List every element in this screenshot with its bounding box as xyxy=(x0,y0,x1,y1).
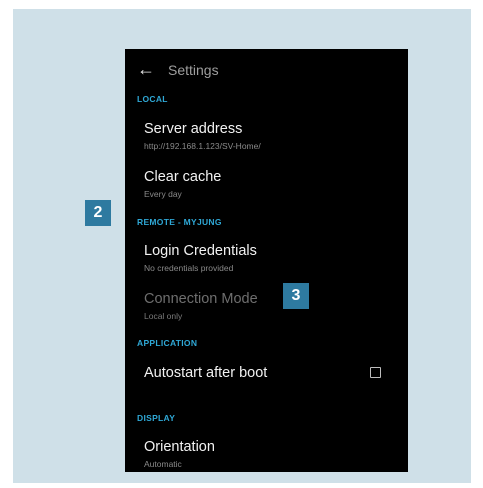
setting-login-credentials[interactable]: Login Credentials No credentials provide… xyxy=(125,243,408,279)
section-header-application: APPLICATION xyxy=(137,338,198,348)
section-header-display: DISPLAY xyxy=(137,413,176,423)
setting-autostart[interactable]: Autostart after boot xyxy=(125,365,408,389)
setting-title: Server address xyxy=(144,121,243,137)
section-header-local: LOCAL xyxy=(137,94,168,104)
setting-title: Autostart after boot xyxy=(144,365,268,381)
setting-summary: No credentials provided xyxy=(144,263,234,273)
autostart-checkbox[interactable] xyxy=(370,367,381,378)
setting-summary: http://192.168.1.123/SV-Home/ xyxy=(144,141,261,151)
setting-title: Clear cache xyxy=(144,169,222,185)
setting-title: Connection Mode xyxy=(144,291,258,307)
setting-summary: Every day xyxy=(144,189,182,199)
arrow-back-icon[interactable]: ← xyxy=(137,59,157,79)
figure-frame: ← Settings LOCAL Server address http://1… xyxy=(13,9,471,483)
phone-screen: ← Settings LOCAL Server address http://1… xyxy=(125,49,408,472)
callout-badge-3: 3 xyxy=(283,283,309,309)
setting-title: Login Credentials xyxy=(144,243,257,259)
setting-clear-cache[interactable]: Clear cache Every day xyxy=(125,169,408,205)
setting-connection-mode: Connection Mode Local only xyxy=(125,291,408,327)
page-title: Settings xyxy=(168,62,219,78)
setting-orientation[interactable]: Orientation Automatic xyxy=(125,439,408,472)
setting-title: Orientation xyxy=(144,439,215,455)
callout-badge-2: 2 xyxy=(85,200,111,226)
setting-server-address[interactable]: Server address http://192.168.1.123/SV-H… xyxy=(125,121,408,157)
setting-summary: Automatic xyxy=(144,459,182,469)
app-bar: ← Settings xyxy=(125,49,408,91)
section-header-remote: REMOTE - MYJUNG xyxy=(137,217,222,227)
setting-summary: Local only xyxy=(144,311,183,321)
